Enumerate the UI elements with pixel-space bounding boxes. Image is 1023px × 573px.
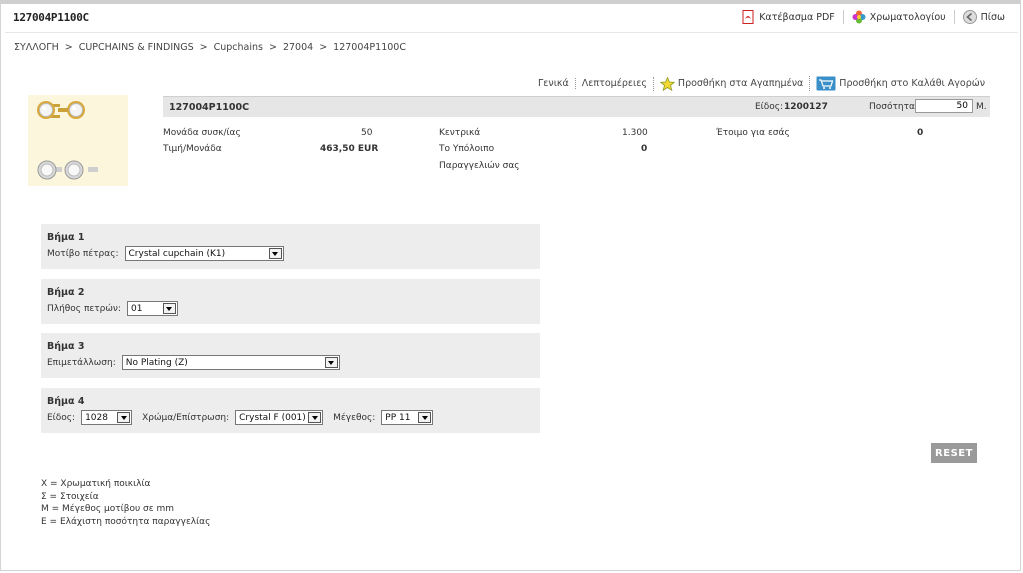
step-4-title: Βήμα 4 bbox=[47, 396, 85, 407]
step-1-panel: Βήμα 1 Μοτίβο πέτρας: Crystal cupchain (… bbox=[41, 224, 540, 269]
color-coating-value: Crystal F (001) bbox=[239, 412, 306, 423]
back-arrow-icon bbox=[962, 10, 977, 24]
legend-item: X = Χρωματική ποικιλία bbox=[41, 479, 151, 489]
item-type-select-label: Είδος: bbox=[47, 412, 76, 423]
quantity-label: Ποσότητα: bbox=[869, 102, 918, 112]
pack-unit-value: 50 bbox=[361, 128, 373, 138]
size-label: Μέγεθος: bbox=[333, 412, 376, 423]
stone-pattern-select[interactable]: Crystal cupchain (K1) bbox=[124, 246, 284, 261]
breadcrumb: ΣΥΛΛΟΓΗ > CUPCHAINS & FINDINGS > Cupchains >2… bbox=[14, 42, 406, 53]
breadcrumb-item-category[interactable]: CUPCHAINS & FINDINGS bbox=[79, 42, 194, 53]
add-to-cart-label: Προσθήκη στο Καλάθι Αγορών bbox=[839, 78, 985, 89]
add-to-favorites-button[interactable]: Προσθήκη στα Αγαπημένα bbox=[652, 76, 809, 91]
breadcrumb-item-current: 127004P1100C bbox=[333, 42, 406, 53]
breadcrumb-separator: > bbox=[319, 42, 328, 53]
central-stock-value: 1.300 bbox=[622, 128, 648, 138]
item-type-value: 1200127 bbox=[784, 102, 828, 112]
breadcrumb-separator: > bbox=[64, 42, 73, 53]
plating-label: Επιμετάλλωση: bbox=[47, 357, 116, 368]
legend-item: M = Μέγεθος μοτίβου σε mm bbox=[41, 504, 174, 514]
step-3-title: Βήμα 3 bbox=[47, 341, 85, 352]
color-chart-label: Χρωματολογίου bbox=[869, 11, 946, 23]
stone-pattern-value: Crystal cupchain (K1) bbox=[128, 248, 226, 259]
remaining-orders-label-2: Παραγγελιών σας bbox=[439, 161, 520, 171]
tab-general[interactable]: Γενικά bbox=[532, 78, 575, 89]
remaining-orders-value: 0 bbox=[641, 144, 648, 154]
pack-unit-label: Μονάδα συσκ/ίας bbox=[163, 128, 241, 138]
step-2-panel: Βήμα 2 Πλήθος πετρών: 01 bbox=[41, 279, 540, 324]
ready-for-you-value: 0 bbox=[917, 128, 924, 138]
back-label: Πίσω bbox=[980, 11, 1005, 23]
plating-select[interactable]: No Plating (Z) bbox=[121, 355, 340, 370]
chevron-down-icon bbox=[418, 412, 432, 423]
step-2-title: Βήμα 2 bbox=[47, 287, 85, 298]
color-coating-label: Χρώμα/Επίστρωση: bbox=[142, 412, 230, 423]
step-3-panel: Βήμα 3 Επιμετάλλωση: No Plating (Z) bbox=[41, 333, 540, 378]
stone-count-label: Πλήθος πετρών: bbox=[47, 303, 121, 314]
quantity-input[interactable] bbox=[915, 99, 973, 113]
reset-button[interactable]: RESET bbox=[931, 443, 977, 463]
ready-for-you-label: Έτοιμο για εσάς bbox=[716, 128, 790, 138]
add-to-favorites-label: Προσθήκη στα Αγαπημένα bbox=[677, 78, 804, 89]
legend: X = Χρωματική ποικιλία Σ = Στοιχεία M = … bbox=[41, 478, 210, 528]
color-coating-select[interactable]: Crystal F (001) bbox=[235, 410, 324, 425]
product-code: 127004P1100C bbox=[169, 102, 250, 113]
title-divider bbox=[5, 32, 1018, 33]
cart-icon bbox=[816, 76, 836, 91]
remaining-orders-label: Το Υπόλοιπο bbox=[439, 144, 495, 154]
chevron-down-icon bbox=[162, 303, 176, 314]
product-info-bar: 127004P1100C Είδος: 1200127 Ποσότητα: Μ. bbox=[163, 96, 990, 117]
quantity-unit: Μ. bbox=[976, 102, 987, 112]
download-pdf-link[interactable]: Κατέβασμα PDF bbox=[733, 10, 843, 24]
plating-value: No Plating (Z) bbox=[125, 357, 188, 368]
step-1-title: Βήμα 1 bbox=[47, 232, 85, 243]
chevron-down-icon bbox=[308, 412, 322, 423]
product-image bbox=[28, 95, 128, 186]
download-pdf-label: Κατέβασμα PDF bbox=[759, 11, 835, 23]
top-toolbar: Κατέβασμα PDF Χρωματολογίου Πίσω bbox=[733, 10, 1013, 24]
color-chart-link[interactable]: Χρωματολογίου bbox=[842, 10, 954, 24]
step-4-panel: Βήμα 4 Είδος: 1028 Χρώμα/Επίστρωση: Crys… bbox=[41, 388, 540, 433]
item-type-select[interactable]: 1028 bbox=[81, 410, 133, 425]
legend-item: E = Ελάχιστη ποσότητα παραγγελίας bbox=[41, 516, 211, 527]
breadcrumb-item-subcategory[interactable]: Cupchains bbox=[214, 42, 263, 53]
item-type-label: Είδος: bbox=[755, 102, 784, 112]
stone-count-select[interactable]: 01 bbox=[126, 301, 178, 316]
color-palette-icon bbox=[852, 10, 866, 24]
size-value: PP 11 bbox=[385, 412, 411, 423]
tab-details[interactable]: Λεπτομέρειες bbox=[574, 78, 653, 89]
page-title: 127004P1100C bbox=[13, 11, 89, 24]
chevron-down-icon bbox=[117, 412, 131, 423]
chevron-down-icon bbox=[268, 248, 282, 259]
breadcrumb-item-collection[interactable]: ΣΥΛΛΟΓΗ bbox=[14, 42, 59, 53]
pdf-icon bbox=[741, 10, 755, 24]
stone-count-value: 01 bbox=[130, 303, 143, 314]
unit-price-label: Τιμή/Μονάδα bbox=[163, 144, 222, 154]
item-type-select-value: 1028 bbox=[85, 412, 108, 423]
breadcrumb-item-family[interactable]: 27004 bbox=[283, 42, 313, 53]
add-to-cart-button[interactable]: Προσθήκη στο Καλάθι Αγορών bbox=[809, 76, 991, 91]
breadcrumb-separator: > bbox=[269, 42, 277, 53]
star-icon bbox=[659, 76, 675, 91]
product-tabs: Γενικά Λεπτομέρειες Προσθήκη στα Αγαπημέ… bbox=[532, 76, 991, 91]
back-link[interactable]: Πίσω bbox=[953, 10, 1013, 24]
legend-item: Σ = Στοιχεία bbox=[41, 491, 99, 502]
size-select[interactable]: PP 11 bbox=[381, 410, 434, 425]
chevron-down-icon bbox=[324, 357, 338, 368]
central-stock-label: Κεντρικά bbox=[439, 128, 481, 138]
stone-pattern-label: Μοτίβο πέτρας: bbox=[47, 248, 119, 259]
unit-price-value: 463,50 EUR bbox=[320, 144, 379, 154]
breadcrumb-separator: > bbox=[199, 42, 208, 53]
